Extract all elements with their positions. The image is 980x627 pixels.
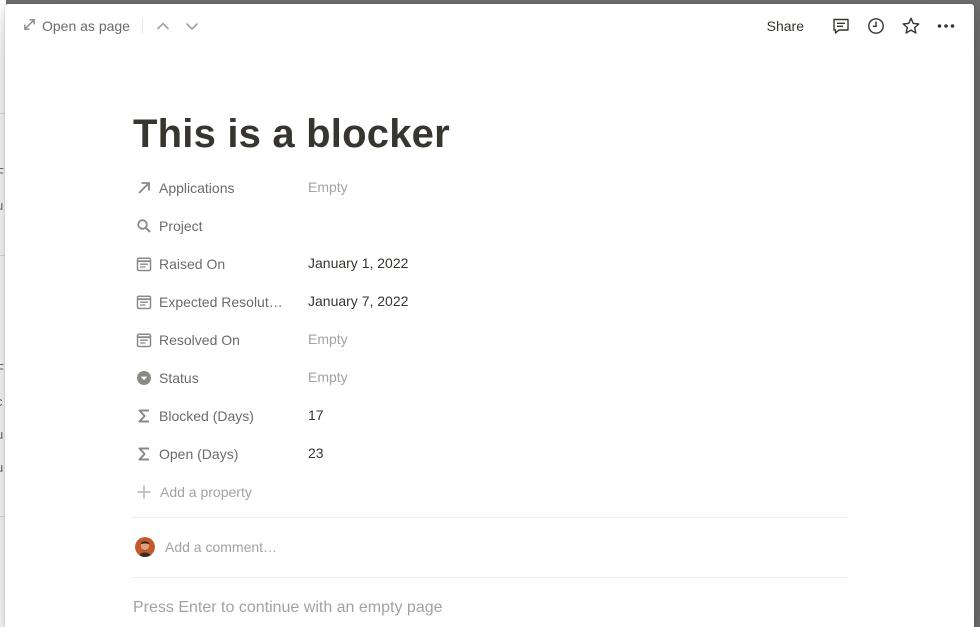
property-name-blocked-days[interactable]: Blocked (Days) <box>131 399 301 433</box>
page-peek-modal: Open as page Share This is a blocker App… <box>5 4 974 627</box>
sigma-icon <box>135 407 153 425</box>
star-icon <box>901 16 921 36</box>
property-name-raised-on[interactable]: Raised On <box>131 247 301 281</box>
background-text: u <box>0 198 3 213</box>
property-row: Raised On January 1, 2022 <box>131 245 849 283</box>
property-row: Resolved On Empty <box>131 321 849 359</box>
chevron-up-icon <box>156 19 170 33</box>
add-property-label: Add a property <box>160 484 252 500</box>
page-title[interactable]: This is a blocker <box>133 112 450 157</box>
search-icon <box>135 217 153 235</box>
property-name-status[interactable]: Status <box>131 361 301 395</box>
property-row: Expected Resolut… January 7, 2022 <box>131 283 849 321</box>
property-row: Status Empty <box>131 359 849 397</box>
property-label: Applications <box>159 180 235 196</box>
property-label: Expected Resolut… <box>159 294 283 310</box>
add-property-button[interactable]: Add a property <box>131 473 849 511</box>
background-text: c <box>0 394 3 409</box>
property-name-applications[interactable]: Applications <box>131 171 301 205</box>
properties-divider <box>131 517 849 518</box>
sigma-icon <box>135 445 153 463</box>
property-label: Raised On <box>159 256 226 272</box>
property-value-status[interactable]: Empty <box>302 360 849 394</box>
comment-icon <box>831 16 851 36</box>
property-row: Applications Empty <box>131 169 849 207</box>
updates-button[interactable] <box>864 14 888 38</box>
property-name-open-days[interactable]: Open (Days) <box>131 437 301 471</box>
property-name-project[interactable]: Project <box>131 209 301 243</box>
previous-page-button[interactable] <box>153 16 173 36</box>
background-text: u <box>0 427 3 442</box>
property-row: Blocked (Days) 17 <box>131 397 849 435</box>
next-page-button[interactable] <box>182 16 202 36</box>
property-row: Open (Days) 23 <box>131 435 849 473</box>
share-button[interactable]: Share <box>767 18 804 34</box>
chevron-down-icon <box>185 19 199 33</box>
avatar <box>135 537 155 557</box>
property-name-resolved-on[interactable]: Resolved On <box>131 323 301 357</box>
more-horizontal-icon <box>936 16 956 36</box>
empty-page-hint[interactable]: Press Enter to continue with an empty pa… <box>133 599 443 617</box>
open-as-page-button[interactable]: Open as page <box>23 16 130 36</box>
comment-divider <box>131 577 849 578</box>
favorite-button[interactable] <box>899 14 923 38</box>
property-value-applications[interactable]: Empty <box>302 170 849 204</box>
background-text: F <box>0 361 4 376</box>
calendar-icon <box>135 255 153 273</box>
property-value-expected-resolution[interactable]: January 7, 2022 <box>302 284 849 318</box>
property-label: Blocked (Days) <box>159 408 254 424</box>
property-value-open-days[interactable]: 23 <box>302 436 849 470</box>
property-label: Status <box>159 370 199 386</box>
property-value-blocked-days[interactable]: 17 <box>302 398 849 432</box>
open-as-page-label: Open as page <box>42 18 130 34</box>
calendar-icon <box>135 293 153 311</box>
comments-button[interactable] <box>829 14 853 38</box>
property-label: Project <box>159 218 203 234</box>
property-value-resolved-on[interactable]: Empty <box>302 322 849 356</box>
properties-list: Applications Empty Project Raised On Jan… <box>131 169 849 511</box>
property-label: Open (Days) <box>159 446 239 462</box>
modal-topbar: Open as page Share <box>5 4 974 48</box>
background-text: F <box>0 165 4 180</box>
calendar-icon <box>135 331 153 349</box>
topbar-divider <box>142 19 143 33</box>
more-button[interactable] <box>934 14 958 38</box>
arrow-up-right-icon <box>135 179 153 197</box>
expand-icon <box>23 18 36 34</box>
property-label: Resolved On <box>159 332 240 348</box>
clock-icon <box>866 16 886 36</box>
property-row: Project <box>131 207 849 245</box>
select-icon <box>135 369 153 387</box>
plus-icon <box>135 483 153 501</box>
property-value-project[interactable] <box>302 208 849 242</box>
property-value-raised-on[interactable]: January 1, 2022 <box>302 246 849 280</box>
background-text: u <box>0 460 3 475</box>
topbar-actions: Share <box>767 14 958 38</box>
property-name-expected-resolution[interactable]: Expected Resolut… <box>131 285 301 319</box>
comment-row: Add a comment… <box>135 536 277 558</box>
comment-input[interactable]: Add a comment… <box>165 539 277 555</box>
